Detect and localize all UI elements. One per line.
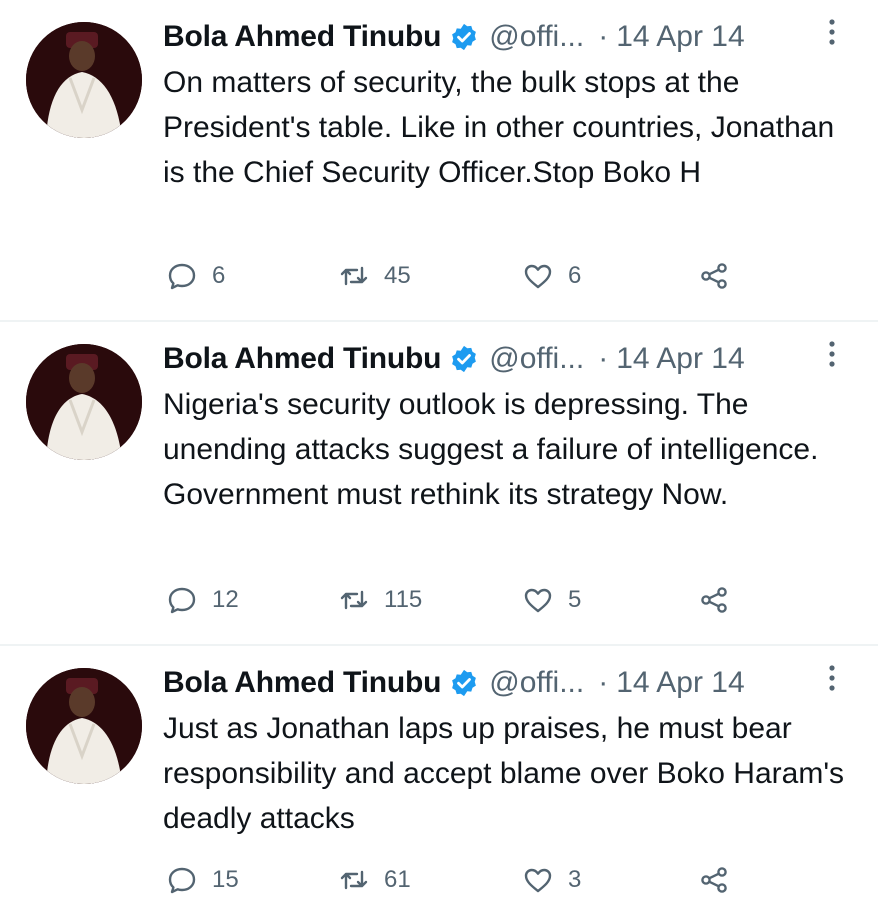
avatar[interactable] — [26, 668, 142, 784]
reply-icon — [168, 587, 196, 614]
author-name[interactable]: Bola Ahmed Tinubu — [163, 666, 441, 700]
tweet-text: On matters of security, the bulk stops a… — [163, 66, 835, 189]
share-button[interactable] — [698, 862, 730, 898]
more-options-icon[interactable] — [822, 12, 842, 52]
reply-icon — [168, 867, 196, 894]
retweet-button[interactable]: 61 — [338, 862, 411, 898]
tweet-date[interactable]: 14 Apr 14 — [616, 20, 744, 54]
tweet-actions: 6 45 6 — [166, 258, 766, 294]
like-button[interactable]: 3 — [522, 862, 581, 898]
tweet-actions: 12 115 5 — [166, 582, 766, 618]
share-icon — [701, 263, 727, 289]
tweet-actions: 15 61 3 — [166, 862, 766, 898]
like-heart-icon — [524, 588, 552, 613]
retweet-count: 115 — [384, 586, 423, 613]
reply-count: 15 — [212, 866, 239, 893]
avatar[interactable] — [26, 22, 142, 138]
reply-button[interactable]: 6 — [166, 258, 225, 294]
tweet-date[interactable]: 14 Apr 14 — [616, 342, 744, 376]
tweet-card[interactable]: Bola Ahmed Tinubu @offi... · 14 Apr 14 N… — [0, 322, 878, 644]
reply-button[interactable]: 15 — [166, 862, 239, 898]
retweet-icon — [340, 590, 368, 610]
tweet-header: Bola Ahmed Tinubu @offi... · 14 Apr 14 — [163, 14, 863, 60]
retweet-button[interactable]: 45 — [338, 258, 411, 294]
tweet-header: Bola Ahmed Tinubu @offi... · 14 Apr 14 — [163, 336, 863, 382]
like-count: 5 — [568, 586, 582, 613]
share-icon — [701, 587, 727, 613]
tweet-text: Nigeria's security outlook is depressing… — [163, 388, 819, 511]
like-button[interactable]: 5 — [522, 582, 581, 618]
more-options-icon[interactable] — [822, 658, 842, 698]
verified-badge-icon — [449, 668, 479, 698]
tweet-feed: Bola Ahmed Tinubu @offi... · 14 Apr 14 O… — [0, 0, 878, 900]
more-options-icon[interactable] — [822, 334, 842, 374]
retweet-count: 61 — [384, 866, 411, 893]
tweet-date[interactable]: 14 Apr 14 — [616, 666, 744, 700]
share-icon — [701, 867, 727, 893]
reply-button[interactable]: 12 — [166, 582, 239, 618]
tweet-card[interactable]: Bola Ahmed Tinubu @offi... · 14 Apr 14 O… — [0, 0, 878, 320]
author-handle[interactable]: @offi... — [489, 666, 584, 700]
tweet-header: Bola Ahmed Tinubu @offi... · 14 Apr 14 — [163, 660, 863, 706]
reply-icon — [168, 263, 196, 290]
like-count: 6 — [568, 262, 582, 289]
retweet-button[interactable]: 115 — [338, 582, 422, 618]
tweet-card[interactable]: Bola Ahmed Tinubu @offi... · 14 Apr 14 J… — [0, 646, 878, 900]
retweet-icon — [340, 870, 368, 890]
author-name[interactable]: Bola Ahmed Tinubu — [163, 342, 441, 376]
avatar[interactable] — [26, 344, 142, 460]
separator-dot: · — [598, 666, 609, 699]
share-button[interactable] — [698, 258, 730, 294]
author-handle[interactable]: @offi... — [489, 20, 584, 54]
author-handle[interactable]: @offi... — [489, 342, 584, 376]
reply-count: 12 — [212, 586, 239, 613]
like-count: 3 — [568, 866, 582, 893]
retweet-count: 45 — [384, 262, 411, 289]
share-button[interactable] — [698, 582, 730, 618]
separator-dot: · — [598, 20, 609, 53]
like-button[interactable]: 6 — [522, 258, 581, 294]
reply-count: 6 — [212, 262, 226, 289]
retweet-icon — [340, 266, 368, 286]
tweet-text: Just as Jonathan laps up praises, he mus… — [163, 712, 845, 835]
author-name[interactable]: Bola Ahmed Tinubu — [163, 20, 441, 54]
like-heart-icon — [524, 868, 552, 893]
separator-dot: · — [598, 342, 609, 375]
verified-badge-icon — [449, 344, 479, 374]
verified-badge-icon — [449, 22, 479, 52]
like-heart-icon — [524, 264, 552, 289]
